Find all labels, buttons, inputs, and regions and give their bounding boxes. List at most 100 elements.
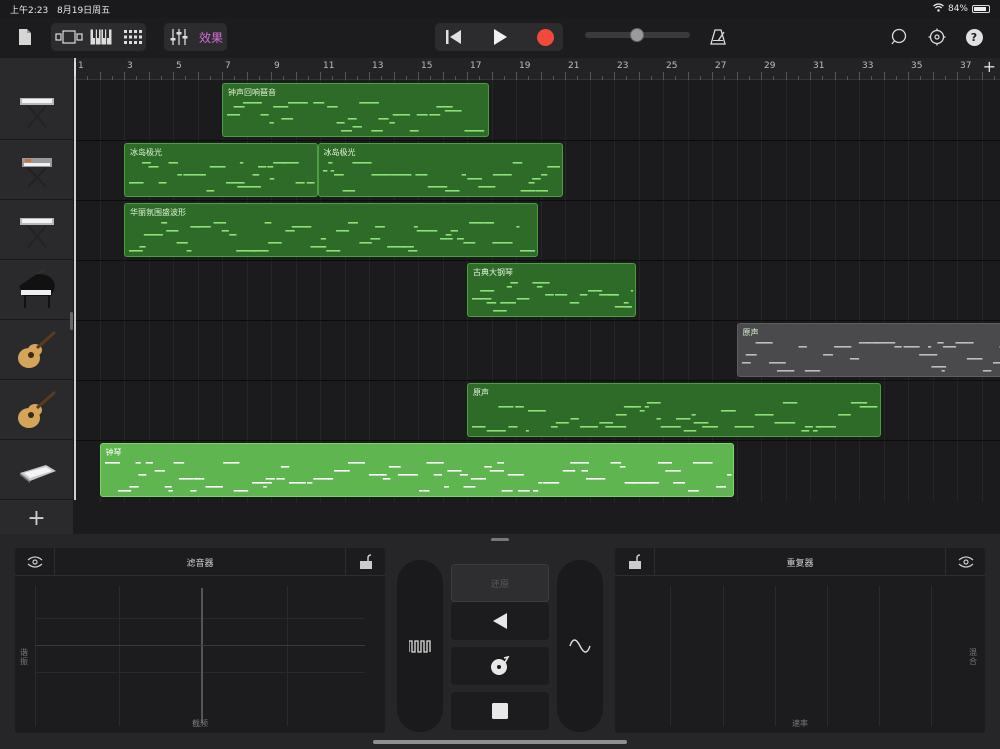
track-header-3[interactable] bbox=[0, 200, 73, 260]
track-header-4[interactable] bbox=[0, 260, 73, 320]
ruler-tick bbox=[320, 72, 321, 80]
midi-note bbox=[342, 190, 355, 192]
midi-note bbox=[657, 462, 672, 464]
track-lanes[interactable]: 钟声回响琶音 冰岛极光 冰岛极光 华丽氛围盛波形 古典大钢琴 原声 原声 钟琴 bbox=[73, 80, 1000, 502]
midi-note bbox=[275, 478, 285, 480]
wave-shape-button[interactable] bbox=[557, 560, 603, 732]
track-header-2[interactable] bbox=[0, 140, 73, 200]
fx-button[interactable]: 效果 bbox=[196, 25, 226, 49]
midi-note bbox=[754, 414, 774, 416]
track-header-6[interactable] bbox=[0, 380, 73, 440]
stop-button[interactable] bbox=[451, 692, 549, 730]
midi-region[interactable]: 钟声回响琶音 bbox=[222, 83, 490, 137]
track-header-1[interactable] bbox=[0, 80, 73, 140]
grid-icon[interactable] bbox=[120, 25, 146, 49]
view-toggle-icon[interactable] bbox=[53, 25, 85, 49]
midi-note bbox=[394, 114, 411, 116]
playhead-handle[interactable] bbox=[74, 62, 82, 76]
volume-slider-knob[interactable] bbox=[630, 28, 644, 42]
ruler-tick bbox=[614, 72, 615, 80]
midi-note bbox=[327, 106, 338, 108]
midi-note bbox=[167, 490, 173, 492]
midi-note bbox=[550, 426, 558, 428]
midi-note bbox=[941, 370, 945, 372]
track-header-7[interactable] bbox=[0, 440, 73, 500]
midi-note bbox=[139, 246, 146, 248]
timeline-ruler[interactable]: + 1 3 5 7 9 11 13 15 17 19 21 23 25 27 29 31 33 35 37 bbox=[73, 57, 1000, 80]
midi-note bbox=[477, 186, 495, 188]
play-icon[interactable] bbox=[486, 25, 514, 49]
lock-open-icon[interactable] bbox=[345, 548, 385, 576]
midi-note bbox=[320, 238, 327, 240]
track-header-5[interactable] bbox=[0, 320, 73, 380]
midi-note bbox=[178, 478, 193, 480]
midi-note bbox=[768, 362, 786, 364]
repeater-pad[interactable]: 重复器 混合 速率 bbox=[615, 548, 985, 733]
filter-pad[interactable]: 滤音器 谐振 截频 bbox=[15, 548, 385, 733]
ruler-bar-number: 37 bbox=[960, 61, 972, 71]
metronome-icon[interactable] bbox=[706, 24, 730, 50]
header-resize-handle[interactable] bbox=[70, 312, 73, 330]
midi-note bbox=[446, 470, 461, 472]
volume-slider[interactable] bbox=[585, 28, 690, 42]
reverse-button[interactable] bbox=[451, 602, 549, 640]
scratch-button[interactable] bbox=[451, 647, 549, 685]
ruler-tick bbox=[148, 72, 150, 80]
midi-note bbox=[849, 358, 859, 360]
midi-note bbox=[330, 170, 334, 172]
grid-line bbox=[761, 80, 762, 502]
midi-note bbox=[375, 226, 385, 228]
keyboard-icon[interactable] bbox=[88, 25, 114, 49]
midi-note bbox=[204, 486, 223, 488]
midi-region[interactable]: 冰岛极光 bbox=[317, 143, 563, 197]
midi-note bbox=[528, 182, 535, 184]
repeater-pad-x-label: 速率 bbox=[792, 719, 808, 728]
midi-note bbox=[327, 162, 333, 164]
playhead[interactable] bbox=[74, 58, 76, 500]
pad-reset-icon[interactable] bbox=[945, 548, 985, 576]
midi-region[interactable]: 冰岛极光 bbox=[124, 143, 318, 197]
add-section-button[interactable]: + bbox=[983, 57, 996, 76]
midi-note bbox=[531, 178, 541, 180]
midi-note bbox=[776, 370, 794, 372]
midi-note bbox=[569, 302, 580, 304]
midi-note bbox=[440, 238, 453, 240]
filter-shape-button[interactable] bbox=[397, 560, 443, 732]
midi-region[interactable]: 华丽氛围盛波形 bbox=[124, 203, 539, 257]
grid-line bbox=[99, 80, 101, 502]
ruler-bar-number: 7 bbox=[225, 61, 231, 71]
midi-note bbox=[269, 178, 275, 180]
ruler-bar-number: 31 bbox=[813, 61, 825, 71]
home-indicator[interactable] bbox=[373, 740, 627, 744]
midi-note bbox=[537, 482, 542, 484]
midi-region[interactable]: 原声 bbox=[736, 323, 1000, 377]
midi-note bbox=[128, 486, 139, 488]
midi-note bbox=[715, 486, 726, 488]
midi-note bbox=[459, 474, 468, 476]
midi-note bbox=[444, 190, 460, 192]
add-track-button[interactable]: + bbox=[0, 502, 73, 534]
midi-region[interactable]: 钟琴 bbox=[99, 443, 735, 497]
midi-note bbox=[918, 354, 937, 356]
midi-note bbox=[619, 466, 626, 468]
midi-note bbox=[510, 282, 518, 284]
midi-note bbox=[470, 478, 486, 480]
loop-icon[interactable] bbox=[887, 24, 911, 50]
midi-region[interactable]: 原声 bbox=[467, 383, 882, 437]
record-icon[interactable] bbox=[531, 25, 559, 49]
mixer-icon[interactable] bbox=[166, 25, 192, 49]
midi-note bbox=[692, 462, 713, 464]
midi-region[interactable]: 古典大钢琴 bbox=[467, 263, 637, 317]
panel-drag-handle[interactable] bbox=[491, 538, 509, 541]
help-icon[interactable]: ? bbox=[963, 25, 985, 49]
document-icon[interactable] bbox=[15, 26, 35, 48]
grid-line bbox=[712, 80, 713, 502]
midi-note bbox=[251, 250, 269, 252]
revert-button[interactable]: 还原 bbox=[451, 564, 549, 602]
midi-note bbox=[255, 174, 260, 176]
midi-note bbox=[893, 346, 902, 348]
rewind-icon[interactable] bbox=[440, 25, 468, 49]
settings-icon[interactable] bbox=[925, 24, 949, 50]
midi-note bbox=[333, 174, 344, 176]
midi-note bbox=[519, 250, 536, 252]
